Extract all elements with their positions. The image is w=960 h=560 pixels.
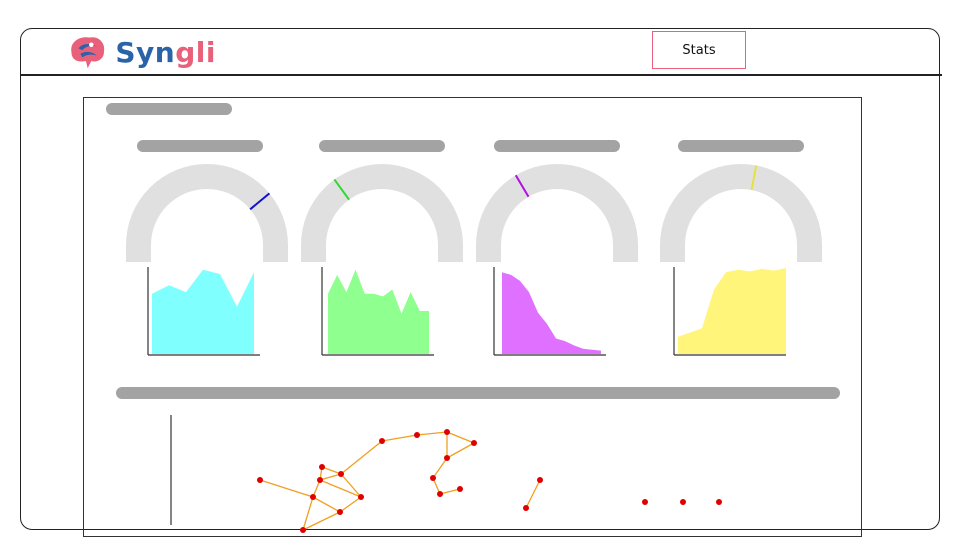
network-edge bbox=[416, 431, 448, 436]
network-edge bbox=[446, 431, 475, 444]
network-node bbox=[379, 438, 385, 444]
gauge-track-3 bbox=[476, 164, 638, 262]
network-node bbox=[716, 499, 722, 505]
gauge-track-2 bbox=[301, 164, 463, 262]
network-node bbox=[319, 464, 325, 470]
network-node bbox=[317, 477, 323, 483]
gauges-group bbox=[126, 164, 822, 262]
network-edge bbox=[432, 457, 448, 479]
network-node bbox=[471, 440, 477, 446]
area-series-2 bbox=[328, 269, 429, 354]
network-node bbox=[680, 499, 686, 505]
network-node bbox=[257, 477, 263, 483]
network-node bbox=[430, 475, 436, 481]
network-node bbox=[358, 494, 364, 500]
network-edge bbox=[446, 442, 475, 459]
gauge-track-4 bbox=[660, 164, 822, 262]
network-edge bbox=[439, 488, 461, 495]
network-edge bbox=[321, 466, 342, 475]
area-series-4 bbox=[678, 268, 786, 354]
network-node bbox=[338, 471, 344, 477]
visualizations bbox=[126, 164, 822, 533]
area-series-3 bbox=[502, 272, 601, 354]
charts-group bbox=[147, 267, 786, 356]
network-edge bbox=[302, 496, 314, 531]
gauge-track-1 bbox=[126, 164, 288, 262]
network-node bbox=[444, 429, 450, 435]
network-edge bbox=[381, 434, 418, 442]
network-node bbox=[300, 527, 306, 533]
network-node bbox=[537, 477, 543, 483]
network-edge bbox=[339, 496, 362, 513]
network-edge bbox=[319, 473, 342, 481]
network-graph bbox=[170, 415, 722, 533]
network-edge bbox=[340, 440, 383, 475]
network-edge bbox=[259, 479, 314, 498]
network-edge bbox=[312, 496, 341, 513]
network-node bbox=[414, 432, 420, 438]
network-node bbox=[523, 505, 529, 511]
network-edge bbox=[319, 479, 362, 498]
network-edge bbox=[525, 479, 541, 509]
network-node bbox=[310, 494, 316, 500]
area-series-1 bbox=[152, 269, 254, 354]
network-node bbox=[642, 499, 648, 505]
network-node bbox=[337, 509, 343, 515]
network-edge bbox=[302, 511, 341, 531]
network-node bbox=[457, 486, 463, 492]
network-node bbox=[437, 491, 443, 497]
network-node bbox=[444, 455, 450, 461]
